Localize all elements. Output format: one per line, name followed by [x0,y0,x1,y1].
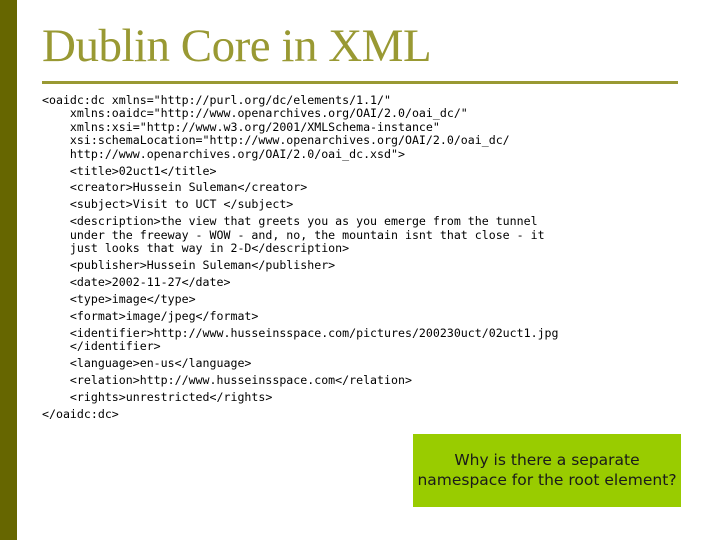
left-accent-bar [0,0,17,540]
code-line: <oaidc:dc xmlns="http://purl.org/dc/elem… [42,93,392,107]
code-line: <language>en-us</language> [42,355,252,370]
code-line: <title>02uct1</title> [42,163,217,178]
code-line: <format>image/jpeg</format> [42,308,259,323]
callout-text: Why is there a separate namespace for th… [417,451,677,489]
code-line: </identifier> [42,339,161,353]
code-line: xmlns:oaidc="http://www.openarchives.org… [42,106,468,121]
code-line: http://www.openarchives.org/OAI/2.0/oai_… [42,146,405,161]
code-line: <date>2002-11-27</date> [42,274,231,289]
code-line: <relation>http://www.husseinsspace.com</… [42,372,412,387]
code-line: just looks that way in 2-D</description> [42,241,350,256]
title-underline [42,81,678,84]
code-line: xmlns:xsi="http://www.w3.org/2001/XMLSch… [42,119,440,134]
question-callout: Why is there a separate namespace for th… [413,434,681,507]
code-line: xsi:schemaLocation="http://www.openarchi… [42,133,510,148]
code-line: <identifier>http://www.husseinsspace.com… [42,325,559,340]
slide-title: Dublin Core in XML [42,20,432,72]
code-line: </oaidc:dc> [42,406,119,421]
code-line: <rights>unrestricted</rights> [42,389,273,404]
xml-code-block: <oaidc:dc xmlns="http://purl.org/dc/elem… [42,93,559,421]
code-line: <subject>Visit to UCT </subject> [42,197,294,212]
code-line: <creator>Hussein Suleman</creator> [42,180,308,195]
code-line: under the freeway - WOW - and, no, the m… [42,227,545,242]
code-line: <description>the view that greets you as… [42,214,538,229]
code-line: <publisher>Hussein Suleman</publisher> [42,257,336,272]
code-line: <type>image</type> [42,291,196,306]
